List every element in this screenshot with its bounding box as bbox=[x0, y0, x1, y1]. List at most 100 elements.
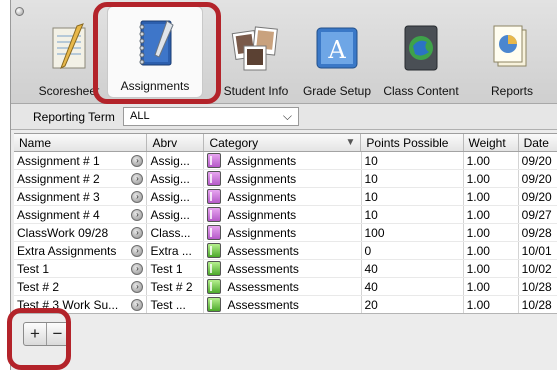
category-label: Assignments bbox=[227, 225, 297, 240]
column-header-name[interactable]: Name bbox=[14, 134, 148, 151]
cell-date: 09/20 bbox=[521, 171, 552, 186]
cell-points: 20 bbox=[362, 296, 464, 313]
cell-weight: 1.00 bbox=[464, 224, 519, 241]
cell-name: Extra Assignments › bbox=[14, 242, 148, 259]
go-arrow-icon[interactable]: › bbox=[131, 173, 144, 185]
table-row[interactable]: Assignment # 4 › Assig... Assignments 10 1.00… bbox=[14, 206, 557, 224]
category-folder-icon bbox=[207, 297, 222, 312]
cell-name: Test 1 › bbox=[14, 260, 148, 277]
cell-abrv: Test # 2 bbox=[147, 278, 205, 295]
toolbar-class-content-button[interactable]: Class Content bbox=[379, 10, 463, 102]
toolbar-label: Class Content bbox=[383, 84, 459, 98]
cell-name: Assignment # 3 › bbox=[14, 188, 148, 205]
table-row[interactable]: Assignment # 3 › Assig... Assignments 10 1.00… bbox=[14, 188, 557, 206]
cell-name: Test # 3 Work Su... › bbox=[14, 296, 148, 313]
category-label: Assessments bbox=[227, 243, 299, 258]
cell-date: 09/28 bbox=[521, 225, 552, 240]
cell-points: 100 bbox=[362, 224, 464, 241]
category-label: Assignments bbox=[227, 189, 297, 204]
assignment-name: ClassWork 09/28 bbox=[17, 225, 109, 240]
sort-descending-icon: ▼ bbox=[345, 137, 356, 148]
cell-name: Assignment # 2 › bbox=[14, 170, 148, 187]
cell-category: Assessments bbox=[204, 278, 362, 295]
assignment-name: Assignment # 3 bbox=[17, 189, 100, 204]
toolbar-grade-setup-button[interactable]: A Grade Setup bbox=[297, 10, 377, 102]
cell-points: 10 bbox=[362, 170, 464, 187]
go-arrow-icon[interactable]: › bbox=[131, 227, 144, 239]
toolbar-reports-button[interactable]: Reports bbox=[477, 10, 547, 102]
category-folder-icon bbox=[207, 243, 222, 258]
cell-weight: 1.00 bbox=[464, 260, 519, 277]
cell-date: 10/28 bbox=[521, 297, 552, 312]
go-arrow-icon[interactable]: › bbox=[131, 245, 144, 257]
cell-weight: 1.00 bbox=[464, 242, 519, 259]
cell-abrv: Assig... bbox=[147, 152, 205, 169]
cell-category: Assignments bbox=[204, 152, 362, 169]
column-header-abrv[interactable]: Abrv bbox=[147, 134, 205, 151]
cell-category: Assessments bbox=[204, 260, 362, 277]
category-label: Assignments bbox=[227, 153, 297, 168]
cell-category: Assignments bbox=[204, 170, 362, 187]
remove-assignment-button[interactable]: − bbox=[45, 323, 68, 345]
category-folder-icon bbox=[207, 279, 222, 294]
toolbar-student-info-button[interactable]: Student Info bbox=[217, 10, 295, 102]
reporting-term-label: Reporting Term bbox=[33, 110, 115, 124]
table-row[interactable]: Extra Assignments › Extra ... Assessments 0 1… bbox=[14, 242, 557, 260]
window-control-icon[interactable] bbox=[15, 7, 24, 16]
table-row[interactable]: Test # 3 Work Su... › Test ... Assessments 2… bbox=[14, 296, 557, 313]
notebook-icon bbox=[139, 20, 174, 66]
reporting-term-bar: Reporting Term ALL ⌵ bbox=[11, 104, 557, 130]
cell-name: ClassWork 09/28 › bbox=[14, 224, 148, 241]
go-arrow-icon[interactable]: › bbox=[131, 281, 144, 293]
go-arrow-icon[interactable]: › bbox=[131, 299, 144, 311]
cell-weight: 1.00 bbox=[464, 152, 519, 169]
toolbar-assignments-button[interactable]: Assignments bbox=[107, 6, 203, 98]
category-folder-icon bbox=[207, 153, 222, 168]
grade-setup-icon: A bbox=[316, 27, 358, 69]
toolbar-label: Reports bbox=[490, 84, 534, 98]
cell-date: 09/27 bbox=[521, 207, 552, 222]
bottom-bar: + − bbox=[11, 313, 557, 370]
go-arrow-icon[interactable]: › bbox=[131, 263, 144, 275]
column-header-weight[interactable]: Weight bbox=[464, 134, 519, 151]
cell-points: 0 bbox=[362, 242, 464, 259]
column-header-date[interactable]: Date bbox=[519, 134, 557, 151]
table-row[interactable]: ClassWork 09/28 › Class... Assignments 100 1.… bbox=[14, 224, 557, 242]
cell-weight: 1.00 bbox=[464, 278, 519, 295]
cell-name: Assignment # 4 › bbox=[14, 206, 148, 223]
toolbar-label: Assignments bbox=[120, 79, 190, 93]
toolbar-label: Student Info bbox=[223, 84, 289, 98]
column-header-points-possible[interactable]: Points Possible bbox=[361, 134, 464, 151]
cell-name: Assignment # 1 › bbox=[14, 152, 148, 169]
column-header-category[interactable]: Category ▼ bbox=[204, 134, 362, 151]
cell-weight: 1.00 bbox=[464, 206, 519, 223]
category-label: Assignments bbox=[227, 207, 297, 222]
student-photos-icon bbox=[231, 26, 278, 71]
go-arrow-icon[interactable]: › bbox=[131, 209, 144, 221]
reporting-term-select[interactable]: ALL ⌵ bbox=[123, 107, 299, 126]
table-row[interactable]: Assignment # 2 › Assig... Assignments 10 1.00… bbox=[14, 170, 557, 188]
assignment-name: Test # 2 bbox=[17, 279, 60, 294]
assignments-table: Name Abrv Category ▼ Points Possible Wei… bbox=[14, 133, 557, 313]
assignment-name: Assignment # 1 bbox=[17, 153, 100, 168]
add-assignment-button[interactable]: + bbox=[24, 323, 46, 345]
category-label: Assignments bbox=[227, 171, 297, 186]
cell-category: Assessments bbox=[204, 296, 362, 313]
add-remove-control: + − bbox=[23, 322, 69, 346]
class-content-icon bbox=[404, 25, 438, 71]
cell-category: Assignments bbox=[204, 188, 362, 205]
cell-date: 10/28 bbox=[521, 279, 552, 294]
go-arrow-icon[interactable]: › bbox=[131, 155, 144, 167]
toolbar-scoresheet-button[interactable]: Scoresheet bbox=[29, 10, 109, 102]
table-row[interactable]: Assignment # 1 › Assig... Assignments 10 1.00… bbox=[14, 152, 557, 170]
app-window: Scoresheet Assignments Student Info A Gr… bbox=[10, 0, 557, 370]
table-row[interactable]: Test 1 › Test 1 Assessments 40 1.00 10/02 bbox=[14, 260, 557, 278]
cell-abrv: Class... bbox=[147, 224, 205, 241]
category-label: Assessments bbox=[227, 279, 299, 294]
cell-abrv: Test 1 bbox=[147, 260, 205, 277]
table-row[interactable]: Test # 2 › Test # 2 Assessments 40 1.00 10/28 bbox=[14, 278, 557, 296]
go-arrow-icon[interactable]: › bbox=[131, 191, 144, 203]
cell-date: 09/20 bbox=[521, 153, 552, 168]
assignment-name: Test 1 bbox=[17, 261, 50, 276]
cell-date: 09/20 bbox=[521, 189, 552, 204]
